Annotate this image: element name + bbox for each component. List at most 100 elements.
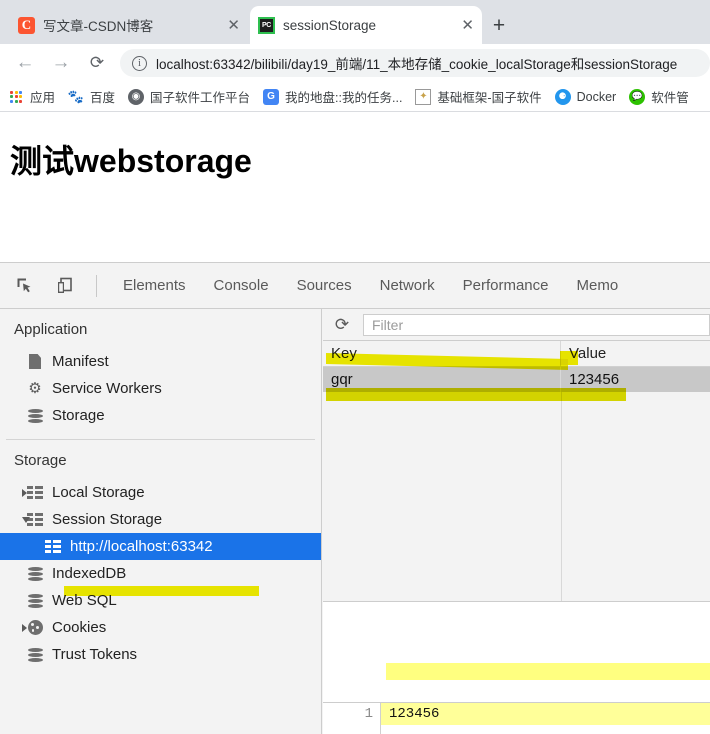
- apps-grid-icon: [8, 89, 24, 105]
- bookmarks-bar: 应用 🐾 百度 ◉ 国子软件工作平台 G 我的地盘::我的任务... ✦ 基础框…: [0, 82, 710, 112]
- gear-icon: ⚙: [28, 380, 42, 397]
- toolbar-divider: [96, 274, 97, 297]
- sidebar-item-web-sql[interactable]: Web SQL: [0, 587, 321, 614]
- preview-content: 123456: [381, 703, 710, 725]
- database-icon: [26, 565, 44, 583]
- baidu-icon: 🐾: [67, 88, 85, 104]
- filter-placeholder: Filter: [372, 316, 404, 333]
- tab-network[interactable]: Network: [366, 264, 449, 308]
- sidebar-item-label: Storage: [52, 407, 105, 424]
- g-icon: G: [263, 88, 280, 105]
- cookie-icon: [26, 619, 44, 637]
- close-icon[interactable]: ✕: [447, 18, 474, 33]
- table-empty-area: [323, 392, 710, 602]
- filter-input[interactable]: Filter: [363, 313, 710, 336]
- refresh-icon[interactable]: ⟳: [329, 312, 355, 338]
- new-tab-button[interactable]: +: [486, 13, 512, 39]
- sidebar-item-session-storage[interactable]: Session Storage: [0, 506, 321, 533]
- inspect-element-icon[interactable]: [10, 271, 40, 301]
- bookmark-label: 百度: [90, 91, 116, 105]
- tab-memory[interactable]: Memo: [563, 264, 633, 308]
- cell-value: 123456: [569, 371, 620, 388]
- bookmark-apps[interactable]: 应用: [8, 87, 55, 106]
- address-bar[interactable]: i localhost:63342/bilibili/day19_前端/11_本…: [120, 49, 710, 77]
- sidebar-item-trust-tokens[interactable]: Trust Tokens: [0, 641, 321, 668]
- sidebar-item-manifest[interactable]: Manifest: [0, 348, 321, 375]
- document-icon: [26, 353, 44, 371]
- docker-icon: ⚈: [554, 88, 571, 105]
- reload-icon[interactable]: ⟳: [82, 48, 112, 78]
- device-toolbar-icon[interactable]: [50, 271, 80, 301]
- csdn-icon: C: [18, 16, 35, 34]
- browser-tab-csdn[interactable]: C 写文章-CSDN博客 ✕: [10, 6, 248, 44]
- browser-window: C 写文章-CSDN博客 ✕ PC sessionStorage ✕ + ← →…: [0, 0, 710, 734]
- sidebar-item-service-workers[interactable]: ⚙ Service Workers: [0, 375, 321, 402]
- bookmark-framework[interactable]: ✦ 基础框架-国子软件: [415, 87, 542, 106]
- globe-icon: ◉: [128, 88, 145, 105]
- database-icon: [26, 646, 44, 664]
- sidebar-item-indexeddb[interactable]: IndexedDB: [0, 560, 321, 587]
- sidebar-section-storage: Storage: [14, 452, 67, 469]
- page-title: 测试webstorage: [10, 143, 252, 179]
- browser-toolbar: ← → ⟳ i localhost:63342/bilibili/day19_前…: [0, 44, 710, 82]
- column-header-key[interactable]: Key: [323, 341, 561, 366]
- bookmark-label: 国子软件工作平台: [150, 91, 251, 105]
- back-icon[interactable]: ←: [10, 48, 40, 78]
- browser-tab-sessionstorage[interactable]: PC sessionStorage ✕: [250, 6, 482, 44]
- sidebar-item-label: Local Storage: [52, 484, 145, 501]
- sidebar-item-label: Web SQL: [52, 592, 117, 609]
- sidebar-section-application: Application: [14, 321, 88, 338]
- column-header-value[interactable]: Value: [561, 341, 710, 366]
- bookmark-my-tasks[interactable]: G 我的地盘::我的任务...: [263, 87, 402, 106]
- storage-toolbar: ⟳ Filter: [323, 309, 710, 341]
- tab-elements[interactable]: Elements: [109, 264, 200, 308]
- chevron-down-icon[interactable]: [22, 516, 30, 523]
- sidebar-item-label: Session Storage: [52, 511, 163, 528]
- framework-icon: ✦: [415, 88, 432, 105]
- cell-key: gqr: [323, 367, 561, 392]
- tab-performance[interactable]: Performance: [449, 264, 563, 308]
- sidebar-item-label: Service Workers: [52, 380, 162, 397]
- table-grid-icon: [26, 484, 44, 502]
- bookmark-label: 我的地盘::我的任务...: [285, 91, 403, 105]
- bookmark-docker[interactable]: ⚈ Docker: [554, 88, 617, 105]
- table-header-row: Key Value: [323, 341, 710, 367]
- sidebar-item-local-storage[interactable]: Local Storage: [0, 479, 321, 506]
- bookmark-label: 软件管: [651, 91, 689, 105]
- bookmark-label: 基础框架-国子软件: [437, 91, 542, 105]
- sidebar-item-storage[interactable]: Storage: [0, 402, 321, 429]
- storage-content-panel: ⟳ Filter Key Value gqr 123456 1 123456: [323, 309, 710, 734]
- wechat-icon: 💬: [629, 88, 646, 105]
- table-grid-icon: [44, 538, 62, 556]
- tab-title: sessionStorage: [283, 17, 377, 33]
- line-number: 1: [323, 703, 381, 725]
- close-icon[interactable]: ✕: [213, 18, 240, 33]
- sidebar-item-label: Trust Tokens: [52, 646, 138, 663]
- preview-gutter: [323, 725, 381, 734]
- tab-sources[interactable]: Sources: [283, 264, 366, 308]
- forward-icon[interactable]: →: [46, 48, 76, 78]
- chevron-right-icon[interactable]: [22, 488, 27, 497]
- sidebar-item-cookies[interactable]: Cookies: [0, 614, 321, 641]
- page-viewport: 测试webstorage: [0, 112, 710, 262]
- sidebar-item-localhost-origin[interactable]: http://localhost:63342: [0, 533, 321, 560]
- devtools-panel: Elements Console Sources Network Perform…: [0, 262, 710, 734]
- sidebar-item-label: Cookies: [52, 619, 107, 636]
- table-row[interactable]: gqr 123456: [323, 367, 710, 392]
- url-text: localhost:63342/bilibili/day19_前端/11_本地存…: [156, 57, 678, 72]
- bookmark-guozi-platform[interactable]: ◉ 国子软件工作平台: [128, 87, 250, 106]
- devtools-sidebar: Application Manifest ⚙ Service Workers S…: [0, 309, 322, 734]
- site-info-icon[interactable]: i: [132, 55, 147, 71]
- preview-line: 1 123456: [323, 703, 710, 725]
- column-divider[interactable]: [561, 392, 562, 601]
- chevron-right-icon[interactable]: [22, 623, 27, 632]
- database-icon: [26, 592, 44, 610]
- database-icon: [26, 407, 44, 425]
- tab-console[interactable]: Console: [200, 264, 283, 308]
- bookmark-software-manager[interactable]: 💬 软件管: [629, 87, 689, 106]
- pc-icon: PC: [258, 16, 275, 34]
- bookmark-label: 应用: [30, 91, 56, 105]
- bookmark-label: Docker: [576, 89, 617, 104]
- bookmark-baidu[interactable]: 🐾 百度: [68, 87, 115, 106]
- sidebar-item-label: Manifest: [52, 353, 109, 370]
